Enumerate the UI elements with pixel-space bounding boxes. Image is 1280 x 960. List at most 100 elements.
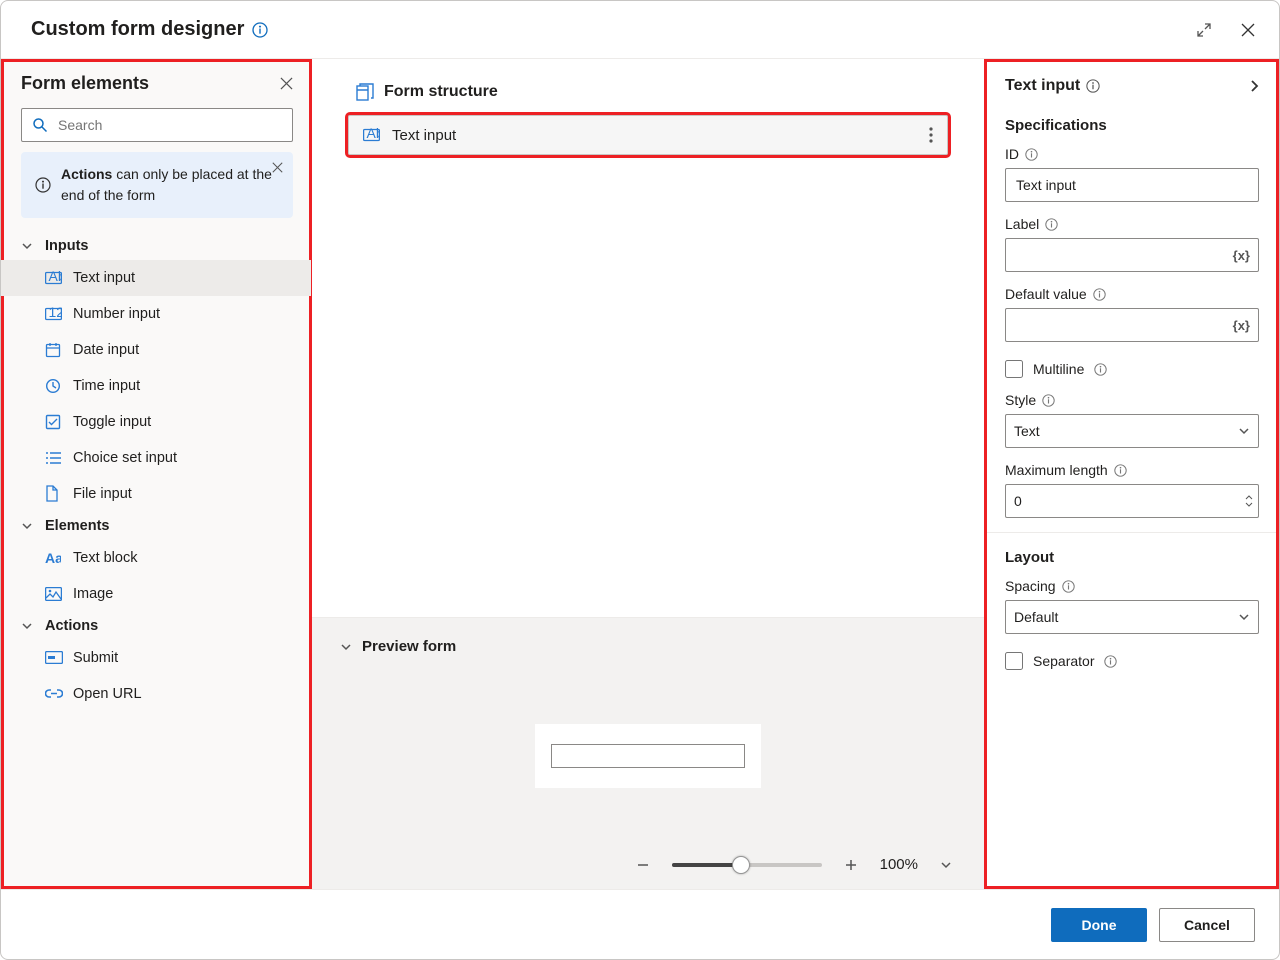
preview-title: Preview form: [362, 638, 456, 655]
title-bar: Custom form designer: [1, 1, 1279, 59]
item-text-block[interactable]: AaText block: [1, 540, 311, 576]
id-input[interactable]: [1014, 169, 1250, 201]
info-message: Actions can only be placed at the end of…: [61, 164, 281, 206]
info-icon[interactable]: [252, 22, 268, 38]
chevron-down-icon[interactable]: [940, 859, 952, 871]
list-icon: [45, 451, 62, 465]
element-tree: Inputs AbcText input 123Number input Dat…: [1, 232, 311, 722]
submit-icon: [45, 651, 63, 664]
form-elements-panel: Form elements Actions can only be placed…: [1, 59, 312, 889]
zoom-slider[interactable]: [672, 863, 822, 867]
form-structure-title: Form structure: [384, 83, 498, 101]
link-icon: [45, 687, 63, 700]
info-icon[interactable]: [1042, 394, 1055, 407]
chevron-down-icon: [1238, 611, 1250, 623]
properties-panel: Text input Specifications ID Label {x} D…: [984, 59, 1279, 889]
info-icon[interactable]: [1062, 580, 1075, 593]
spacing-select[interactable]: Default: [1005, 600, 1259, 634]
separator-checkbox[interactable]: [1005, 652, 1023, 670]
max-length-input[interactable]: 0: [1005, 484, 1259, 518]
chevron-down-icon: [21, 620, 33, 632]
field-spacing: Spacing Default: [985, 568, 1279, 638]
close-icon[interactable]: [1241, 23, 1255, 37]
item-file-input[interactable]: File input: [1, 476, 311, 512]
cancel-button[interactable]: Cancel: [1159, 908, 1255, 942]
variable-icon[interactable]: {x}: [1233, 248, 1250, 263]
dialog-title: Custom form designer: [31, 18, 244, 41]
section-specifications: Specifications: [985, 105, 1279, 136]
search-icon: [32, 117, 48, 133]
chevron-down-icon[interactable]: [340, 641, 352, 653]
svg-text:Abc: Abc: [367, 128, 381, 141]
variable-icon[interactable]: {x}: [1233, 318, 1250, 333]
item-toggle-input[interactable]: Toggle input: [1, 404, 311, 440]
info-icon[interactable]: [1094, 363, 1107, 376]
field-style: Style Text: [985, 382, 1279, 452]
item-date-input[interactable]: Date input: [1, 332, 311, 368]
form-structure-icon: [356, 83, 374, 101]
custom-form-designer-dialog: Custom form designer Form elements Actio…: [0, 0, 1280, 960]
clock-icon: [45, 378, 61, 394]
svg-text:123: 123: [49, 307, 63, 320]
svg-text:Abc: Abc: [49, 271, 63, 284]
text-block-icon: Aa: [45, 551, 61, 565]
zoom-in-icon[interactable]: [844, 858, 858, 872]
info-banner: Actions can only be placed at the end of…: [21, 152, 293, 218]
field-default-value: Default value {x}: [985, 276, 1279, 346]
text-input-icon: Abc: [363, 128, 380, 142]
info-icon: [35, 164, 51, 206]
file-icon: [45, 485, 59, 502]
info-icon[interactable]: [1086, 79, 1100, 93]
info-icon[interactable]: [1104, 655, 1117, 668]
expand-icon[interactable]: [1197, 23, 1211, 37]
zoom-value: 100%: [880, 856, 918, 873]
image-icon: [45, 587, 62, 601]
dialog-footer: Done Cancel: [1, 889, 1279, 959]
info-icon[interactable]: [1093, 288, 1106, 301]
zoom-out-icon[interactable]: [636, 858, 650, 872]
info-icon[interactable]: [1114, 464, 1127, 477]
item-image[interactable]: Image: [1, 576, 311, 612]
preview-text-input[interactable]: [551, 744, 745, 768]
item-text-input[interactable]: AbcText input: [1, 260, 311, 296]
properties-title: Text input: [1005, 77, 1080, 95]
checkbox-icon: [45, 414, 61, 430]
search-field[interactable]: [56, 116, 282, 134]
group-inputs[interactable]: Inputs: [1, 232, 311, 260]
info-icon[interactable]: [1025, 148, 1038, 161]
field-label: Label {x}: [985, 206, 1279, 276]
info-icon[interactable]: [1045, 218, 1058, 231]
more-icon[interactable]: [929, 127, 933, 143]
calendar-icon: [45, 342, 61, 358]
form-structure-panel: Form structure Abc Text input Preview fo…: [312, 59, 984, 889]
spinner-icon[interactable]: [1244, 494, 1254, 508]
field-id: ID: [985, 136, 1279, 206]
field-separator: Separator: [985, 638, 1279, 674]
item-number-input[interactable]: 123Number input: [1, 296, 311, 332]
row-label: Text input: [392, 127, 456, 144]
style-select[interactable]: Text: [1005, 414, 1259, 448]
done-button[interactable]: Done: [1051, 908, 1147, 942]
banner-close-icon[interactable]: [272, 162, 283, 173]
field-max-length: Maximum length 0: [985, 452, 1279, 522]
preview-panel: Preview form 100%: [312, 617, 984, 889]
group-elements[interactable]: Elements: [1, 512, 311, 540]
text-input-icon: Abc: [45, 271, 62, 285]
search-input[interactable]: [21, 108, 293, 142]
panel-close-icon[interactable]: [280, 77, 293, 90]
svg-text:Aa: Aa: [45, 551, 61, 565]
item-time-input[interactable]: Time input: [1, 368, 311, 404]
form-structure-row[interactable]: Abc Text input: [348, 115, 948, 155]
label-input[interactable]: [1014, 239, 1250, 271]
default-value-input[interactable]: [1014, 309, 1250, 341]
field-multiline: Multiline: [985, 346, 1279, 382]
zoom-controls: 100%: [340, 856, 956, 873]
chevron-down-icon: [21, 520, 33, 532]
group-actions[interactable]: Actions: [1, 612, 311, 640]
item-choice-set-input[interactable]: Choice set input: [1, 440, 311, 476]
chevron-right-icon[interactable]: [1249, 79, 1261, 93]
multiline-checkbox[interactable]: [1005, 360, 1023, 378]
item-open-url[interactable]: Open URL: [1, 676, 311, 712]
section-layout: Layout: [985, 532, 1279, 568]
item-submit[interactable]: Submit: [1, 640, 311, 676]
